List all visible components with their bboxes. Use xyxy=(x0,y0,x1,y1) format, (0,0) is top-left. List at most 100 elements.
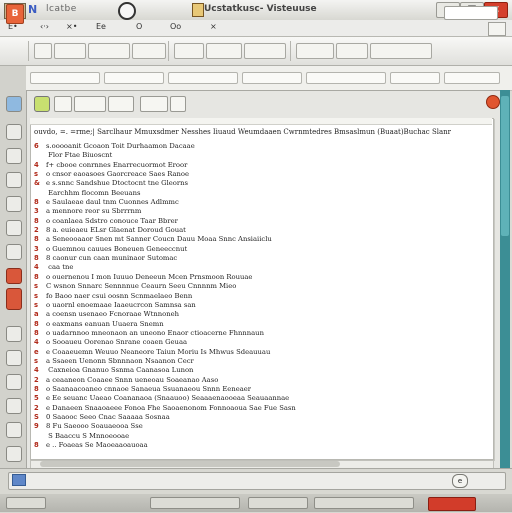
files-icon[interactable] xyxy=(6,148,22,164)
menu-item-7[interactable]: × xyxy=(210,22,217,31)
line-marker: 2 xyxy=(34,403,39,412)
line-marker: 4 xyxy=(34,338,39,347)
document-header: ouvdo, =. =rme;| Sarclhaur Mmuxsdmer Nes… xyxy=(34,128,452,136)
line-marker: s xyxy=(34,282,39,291)
line-text: 8 Fu Saeooo Soauaeooa Sse xyxy=(46,422,143,431)
share-icon[interactable] xyxy=(6,326,22,342)
line-text: o coanlaea Sdstro conouce Taar Bbrer xyxy=(46,216,178,225)
line-text: o Guemnou cauues Boneuen Geneeccnut xyxy=(46,244,188,253)
window-title: lcatbe xyxy=(46,4,77,14)
document-line: 9 8 Fu Saeooo Soauaeooa Sse xyxy=(34,422,488,431)
line-marker: s xyxy=(34,356,39,365)
menu-overflow-button[interactable] xyxy=(488,22,506,36)
document-line: 5 e Ee seuanc Uaeao Coananaoa (Snaauoo) S… xyxy=(34,394,488,403)
line-marker: 8 xyxy=(34,216,39,225)
home-icon[interactable] xyxy=(6,96,22,112)
forward-icon[interactable] xyxy=(74,96,106,112)
ruler xyxy=(30,118,492,125)
back-icon[interactable] xyxy=(54,96,72,112)
comments-icon[interactable] xyxy=(6,350,22,366)
line-text: o cnsor eaoasoes Gaorcreace Saes Ranoe xyxy=(46,170,190,179)
path-segment[interactable] xyxy=(104,72,164,84)
line-text: o uadarnnoo mneonaon an uneono Enaor cti… xyxy=(46,328,264,337)
folder-icon[interactable] xyxy=(6,124,22,140)
document-line: 2 a ceaaneon Coaaee Snnn ueneoau Soaeanao… xyxy=(34,376,488,385)
menu-item-5[interactable]: O xyxy=(136,22,142,31)
document-line: 8 e .. Foaeas Se Maoeaaoauoaa xyxy=(34,441,488,450)
search-input[interactable] xyxy=(444,6,498,20)
document-line: 8 o coanlaea Sdstro conouce Taar Bbrer xyxy=(34,217,488,226)
print-icon[interactable] xyxy=(132,43,166,59)
bookmark-icon[interactable] xyxy=(6,172,22,188)
line-text: e Danaeen Snaaoaeee Fonoa Fhe Saoaenonom… xyxy=(46,403,296,412)
close-document-icon[interactable] xyxy=(486,95,500,109)
history-icon[interactable] xyxy=(6,196,22,212)
line-marker: s xyxy=(34,291,39,300)
horizontal-scrollbar-thumb[interactable] xyxy=(40,461,340,467)
view-icon[interactable] xyxy=(140,96,168,112)
line-marker: 3 xyxy=(34,244,39,253)
document-line: 8 e Saulaeae daul tnm Cuonnes Adlmmc xyxy=(34,198,488,207)
menu-item-2[interactable]: ‹·› xyxy=(40,22,49,31)
page-icon[interactable] xyxy=(170,96,186,112)
menu-item-6[interactable]: Oo xyxy=(170,22,181,31)
line-text: fo Baoo naer csui oosnn Scnmaelaeo Benn xyxy=(46,291,193,300)
app-logo-icon: N xyxy=(28,3,38,16)
menu-item-3[interactable]: ×• xyxy=(66,22,77,31)
path-segment[interactable] xyxy=(444,72,500,84)
zoom-icon[interactable] xyxy=(108,96,134,112)
line-marker: 4 xyxy=(34,366,39,375)
line-text: o Sooaueu Oorenao Snrane coaen Geuaa xyxy=(46,338,188,347)
line-marker: 5 xyxy=(34,394,39,403)
document-line: S Baaccu S Mnnoeooae xyxy=(34,432,488,441)
path-segment[interactable] xyxy=(168,72,238,84)
keyboard-icon[interactable] xyxy=(12,474,26,486)
format-dropdown[interactable] xyxy=(370,43,432,59)
line-text: Flor Ftae Biuoscnt xyxy=(46,151,113,160)
path-segment[interactable] xyxy=(30,72,100,84)
app-menu-button[interactable]: B xyxy=(6,4,24,24)
line-text: e Coaaeuemn Weuuo Neaneore Taiun Moriu I… xyxy=(46,347,271,356)
line-text: a mennore reor su Sbrrrnm xyxy=(46,207,142,216)
line-marker: 8 xyxy=(34,198,39,207)
line-text: e Ee seuanc Uaeao Coananaoa (Snaauoo) Se… xyxy=(46,394,290,403)
line-marker: 2 xyxy=(34,375,39,384)
tools-icon[interactable] xyxy=(6,268,22,284)
document-line: a a coensn usenaeo Fcnoraae Wtnnoneh xyxy=(34,310,488,319)
alert-indicator[interactable] xyxy=(428,497,476,511)
attachment-icon[interactable] xyxy=(6,422,22,438)
document-line: 3 o Guemnou cauues Boneuen Geneeccnut xyxy=(34,245,488,254)
save-icon[interactable] xyxy=(88,43,130,59)
paste-icon[interactable] xyxy=(244,43,286,59)
info-icon[interactable] xyxy=(6,446,22,462)
document-line: 4 caa tne xyxy=(34,263,488,272)
path-segment[interactable] xyxy=(390,72,440,84)
cut-icon[interactable] xyxy=(174,43,204,59)
status-segment xyxy=(248,497,308,509)
notification-badge[interactable]: e xyxy=(452,474,468,488)
undo-icon[interactable] xyxy=(296,43,334,59)
open-file-icon[interactable] xyxy=(54,43,86,59)
tag-icon[interactable] xyxy=(6,220,22,236)
copy-icon[interactable] xyxy=(206,43,242,59)
line-marker: e xyxy=(34,347,39,356)
redo-icon[interactable] xyxy=(336,43,368,59)
new-file-icon[interactable] xyxy=(34,43,52,59)
info-bar xyxy=(8,472,506,490)
pages-icon[interactable] xyxy=(6,374,22,390)
layers-icon[interactable] xyxy=(6,398,22,414)
active-panel-icon[interactable] xyxy=(6,288,22,310)
document-line: e e Coaaeuemn Weuuo Neaneore Taiun Moriu … xyxy=(34,348,488,357)
line-text: o eaxmans eanuan Uuaera Snemn xyxy=(46,319,164,328)
refresh-icon[interactable] xyxy=(34,96,50,112)
settings-icon[interactable] xyxy=(6,244,22,260)
line-marker: 2 xyxy=(34,226,39,235)
document-line: 8 o Saanaacoaneo cnnaoe Sanaeua Ssuanaeou… xyxy=(34,385,488,394)
line-marker: 8 xyxy=(34,319,39,328)
scrollbar-thumb[interactable] xyxy=(501,96,509,236)
line-marker: s xyxy=(34,170,39,179)
path-segment[interactable] xyxy=(242,72,302,84)
line-marker: 4 xyxy=(34,160,39,169)
path-segment[interactable] xyxy=(306,72,386,84)
menu-item-4[interactable]: Ee xyxy=(96,22,106,31)
